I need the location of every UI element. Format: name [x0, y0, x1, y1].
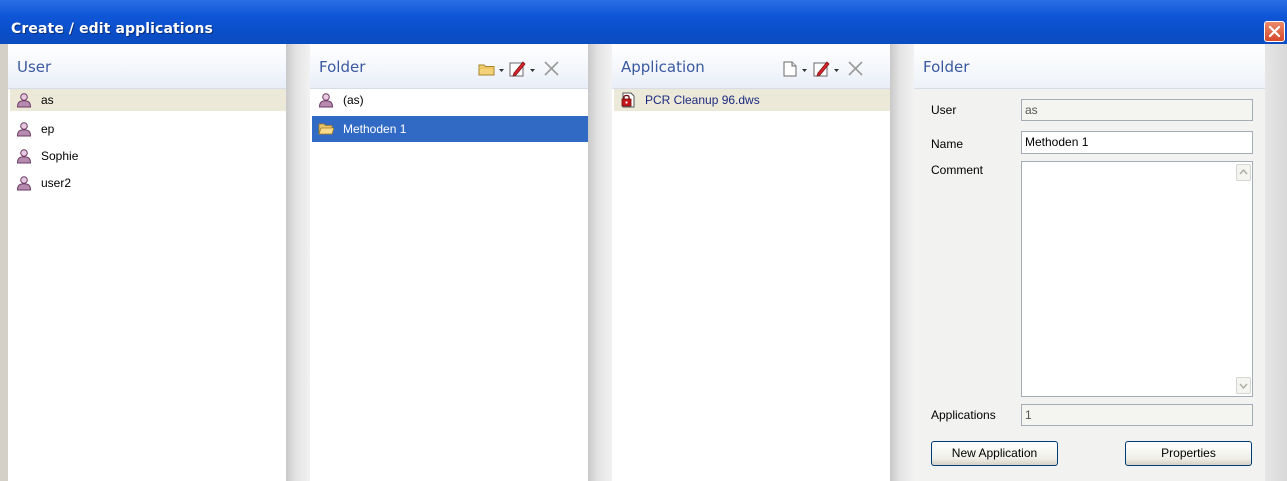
- chevron-up-icon: [1239, 168, 1248, 175]
- application-panel: Application PCR Cleanup 96.dws: [612, 44, 890, 481]
- close-button[interactable]: [1264, 21, 1285, 42]
- application-panel-header: Application: [612, 44, 890, 89]
- folder-panel-header: Folder: [310, 44, 588, 89]
- panel-splitter[interactable]: [890, 44, 914, 481]
- application-toolbar: [782, 61, 882, 77]
- scroll-up-button[interactable]: [1236, 164, 1251, 181]
- new-folder-icon: [478, 64, 504, 76]
- list-item-label: as: [41, 93, 54, 107]
- applications-field-label: Applications: [931, 408, 996, 422]
- close-icon: [1268, 25, 1281, 38]
- user-icon: [16, 176, 32, 191]
- user-panel-header: User: [8, 44, 286, 89]
- list-item[interactable]: PCR Cleanup 96.dws: [614, 89, 890, 111]
- name-field-label: Name: [931, 137, 964, 151]
- user-field: as: [1021, 99, 1253, 121]
- list-item-label: ep: [41, 122, 55, 136]
- applications-count-field: 1: [1021, 404, 1253, 426]
- new-folder-button[interactable]: [478, 61, 510, 77]
- user-field-label: User: [931, 103, 957, 117]
- user-icon: [318, 93, 334, 108]
- edit-folder-button[interactable]: [509, 61, 541, 77]
- chevron-down-icon: [1239, 383, 1248, 390]
- folder-panel-title: Folder: [319, 58, 366, 76]
- delete-icon: [544, 61, 559, 76]
- list-item[interactable]: as: [10, 89, 286, 111]
- new-application-toolbar-button[interactable]: [782, 61, 814, 77]
- window-border: [1265, 44, 1287, 481]
- open-folder-icon: [318, 123, 334, 135]
- list-item-label: Sophie: [41, 149, 79, 163]
- user-icon: [16, 93, 32, 108]
- delete-application-button[interactable]: [846, 61, 866, 77]
- panel-splitter[interactable]: [588, 44, 612, 481]
- details-panel: Folder User as Name Methoden 1 Comment A…: [914, 44, 1265, 481]
- new-application-button[interactable]: New Application: [931, 441, 1058, 466]
- list-item[interactable]: (as): [312, 89, 588, 111]
- panel-splitter[interactable]: [286, 44, 310, 481]
- locked-document-icon: [621, 92, 635, 108]
- name-field[interactable]: Methoden 1: [1021, 131, 1253, 154]
- delete-icon: [848, 61, 863, 76]
- list-item-label: user2: [41, 176, 72, 190]
- window-title: Create / edit applications: [11, 21, 213, 37]
- list-item-label: PCR Cleanup 96.dws: [645, 93, 760, 107]
- list-item[interactable]: Sophie: [10, 145, 286, 167]
- properties-button[interactable]: Properties: [1125, 441, 1252, 466]
- list-item-label: (as): [343, 93, 364, 107]
- details-panel-header: Folder: [914, 44, 1265, 89]
- title-bar: Create / edit applications: [0, 0, 1287, 44]
- application-window: Create / edit applications User as ep So…: [0, 0, 1287, 481]
- list-item-label: Methoden 1: [343, 122, 407, 136]
- list-item[interactable]: Methoden 1: [312, 116, 588, 142]
- folder-toolbar: [478, 61, 578, 77]
- user-icon: [16, 149, 32, 164]
- folder-panel: Folder (as) Methoden 1: [310, 44, 588, 481]
- list-item[interactable]: ep: [10, 118, 286, 140]
- application-panel-title: Application: [621, 58, 705, 76]
- edit-icon: [509, 61, 535, 77]
- scroll-down-button[interactable]: [1236, 377, 1251, 394]
- window-border: [0, 44, 8, 481]
- new-document-icon: [783, 61, 807, 77]
- details-panel-title: Folder: [923, 58, 970, 76]
- edit-icon: [813, 61, 839, 77]
- list-item[interactable]: user2: [10, 172, 286, 194]
- user-panel: User as ep Sophie user2: [8, 44, 286, 481]
- comment-field-label: Comment: [931, 163, 984, 177]
- user-icon: [16, 122, 32, 137]
- delete-folder-button[interactable]: [542, 61, 562, 77]
- comment-field[interactable]: [1021, 161, 1253, 397]
- user-panel-title: User: [17, 58, 52, 76]
- edit-application-button[interactable]: [813, 61, 845, 77]
